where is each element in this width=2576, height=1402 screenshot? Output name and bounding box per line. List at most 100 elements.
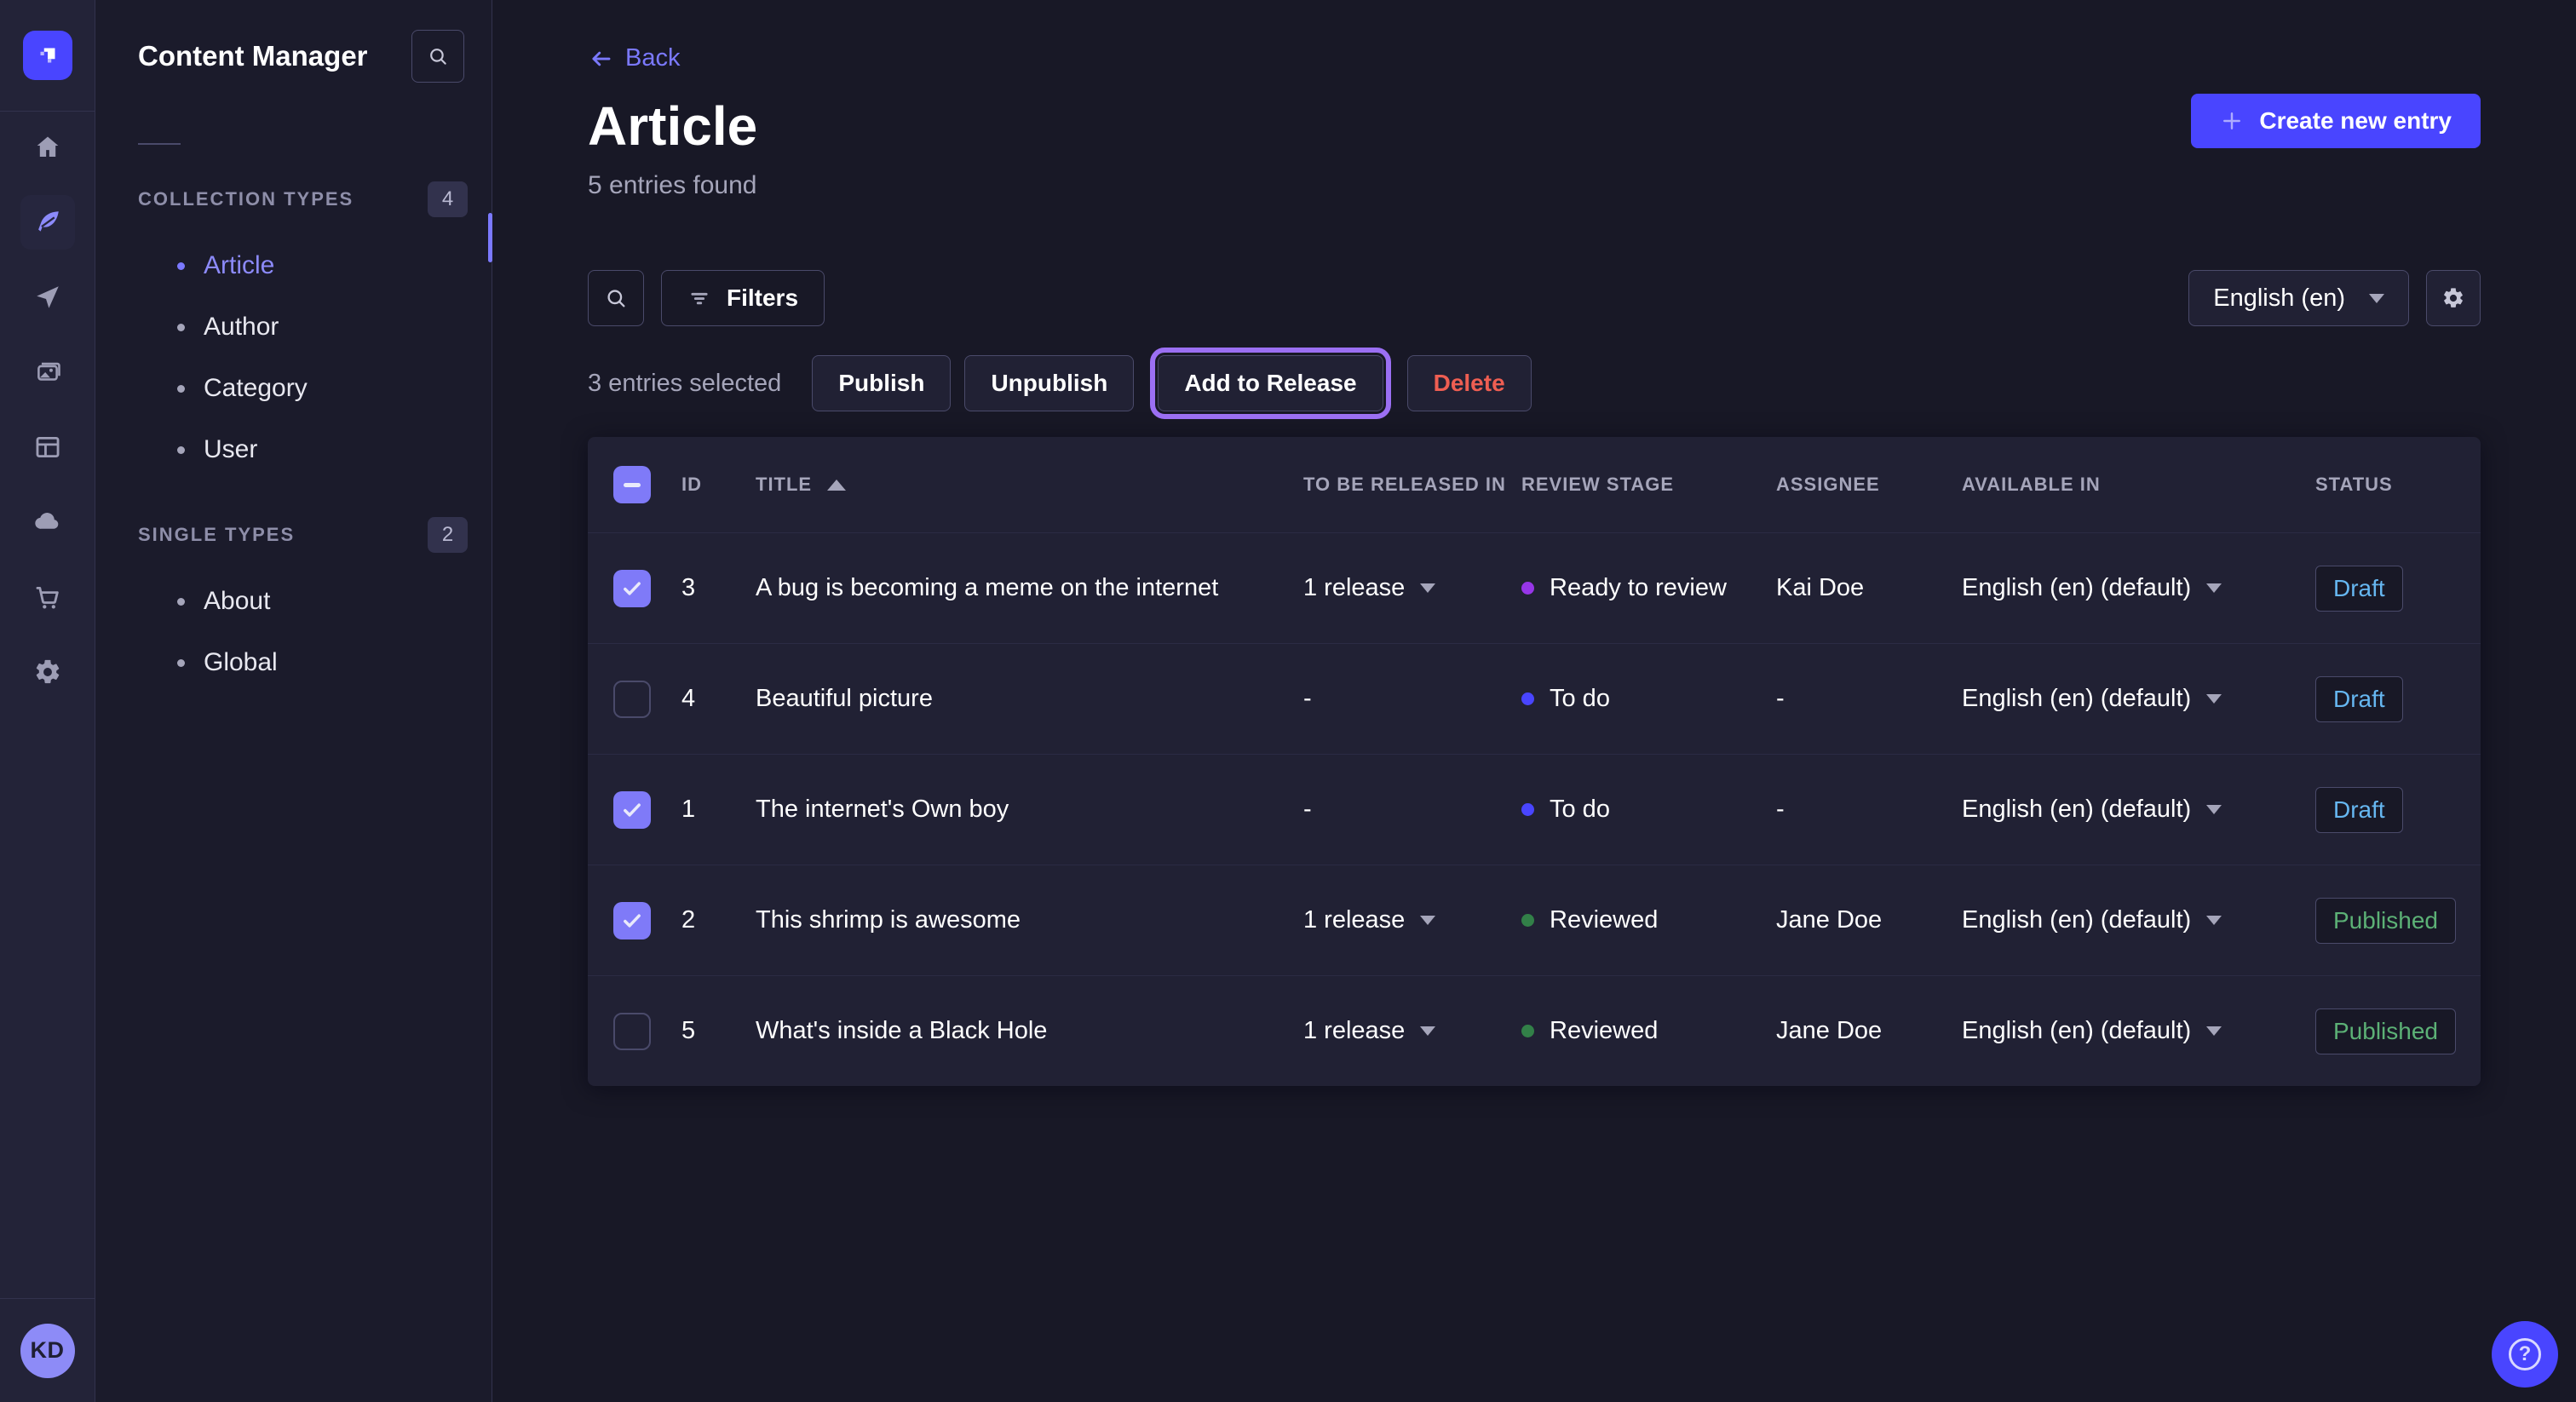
gear-icon — [2441, 286, 2465, 310]
subnav-item-category[interactable]: Category — [95, 358, 492, 419]
cell-review-stage: Reviewed — [1521, 906, 1776, 934]
cell-title: A bug is becoming a meme on the internet — [756, 574, 1303, 602]
cell-assignee: Kai Doe — [1776, 574, 1962, 602]
chevron-down-icon — [2206, 916, 2222, 925]
arrow-left-icon — [588, 46, 613, 72]
table-row[interactable]: 1 The internet's Own boy - To do - Engli… — [588, 754, 2481, 865]
cell-releases[interactable]: 1 release — [1303, 906, 1521, 934]
layout-icon — [33, 433, 62, 462]
column-header-title[interactable]: TITLE — [756, 474, 1303, 496]
filters-button[interactable]: Filters — [661, 270, 825, 326]
cell-id: 3 — [681, 574, 756, 602]
column-header-id[interactable]: ID — [681, 474, 756, 496]
stage-dot-icon — [1521, 692, 1534, 705]
subnav-item-global[interactable]: Global — [95, 632, 492, 693]
chevron-down-icon — [1420, 583, 1435, 593]
cloud-icon — [33, 508, 62, 537]
cell-locale[interactable]: English (en) (default) — [1962, 685, 2315, 713]
cell-assignee: Jane Doe — [1776, 906, 1962, 934]
entries-table: ID TITLE TO BE RELEASED IN REVIEW STAGE … — [588, 437, 2481, 1086]
column-header-released: TO BE RELEASED IN — [1303, 474, 1521, 496]
table-row[interactable]: 5 What's inside a Black Hole 1 release R… — [588, 975, 2481, 1086]
table-row[interactable]: 3 A bug is becoming a meme on the intern… — [588, 532, 2481, 643]
entries-count: 5 entries found — [588, 171, 757, 200]
filters-label: Filters — [727, 284, 798, 312]
gear-icon — [33, 658, 62, 687]
cell-assignee: - — [1776, 685, 1962, 713]
locale-dropdown[interactable]: English (en) — [2188, 270, 2409, 326]
cell-locale[interactable]: English (en) (default) — [1962, 574, 2315, 602]
selection-count-text: 3 entries selected — [588, 370, 781, 398]
bullet-icon — [177, 262, 185, 270]
cell-title: The internet's Own boy — [756, 796, 1303, 824]
main-content: Back Article 5 entries found Create new … — [492, 0, 2576, 1402]
cell-releases[interactable]: 1 release — [1303, 574, 1521, 602]
settings-nav-button[interactable] — [20, 645, 75, 699]
row-checkbox[interactable] — [613, 681, 651, 718]
media-library-icon — [33, 358, 62, 387]
home-icon — [33, 133, 62, 162]
table-row[interactable]: 2 This shrimp is awesome 1 release Revie… — [588, 865, 2481, 975]
cell-review-stage: Ready to review — [1521, 574, 1776, 602]
releases-nav-button[interactable] — [20, 270, 75, 325]
status-badge: Published — [2315, 1008, 2456, 1054]
user-avatar[interactable]: KD — [20, 1324, 75, 1378]
cell-title: What's inside a Black Hole — [756, 1017, 1303, 1045]
subnav-divider — [138, 143, 181, 145]
subnav-item-article[interactable]: Article — [95, 235, 492, 296]
table-row[interactable]: 4 Beautiful picture - To do - English (e… — [588, 643, 2481, 754]
create-button-label: Create new entry — [2259, 107, 2452, 135]
page-title: Article — [588, 95, 757, 158]
home-nav-button[interactable] — [20, 120, 75, 175]
row-checkbox[interactable] — [613, 902, 651, 939]
select-all-checkbox[interactable] — [613, 466, 651, 503]
column-header-review-stage: REVIEW STAGE — [1521, 474, 1776, 496]
stage-dot-icon — [1521, 914, 1534, 927]
subnav-item-about[interactable]: About — [95, 571, 492, 632]
row-checkbox[interactable] — [613, 791, 651, 829]
logo-section — [0, 0, 95, 112]
search-icon — [604, 286, 628, 310]
paper-plane-icon — [33, 283, 62, 312]
help-button[interactable]: ? — [2492, 1321, 2558, 1388]
back-link[interactable]: Back — [588, 44, 757, 72]
question-mark-icon: ? — [2509, 1338, 2541, 1370]
strapi-logo[interactable] — [23, 31, 72, 80]
subnav-item-author[interactable]: Author — [95, 296, 492, 358]
cell-releases[interactable]: 1 release — [1303, 1017, 1521, 1045]
cell-review-stage: To do — [1521, 796, 1776, 824]
bullet-icon — [177, 598, 185, 606]
media-library-nav-button[interactable] — [20, 345, 75, 399]
unpublish-button[interactable]: Unpublish — [964, 355, 1134, 411]
status-badge: Draft — [2315, 787, 2403, 833]
section-count-badge: 4 — [428, 181, 468, 217]
cell-id: 5 — [681, 1017, 756, 1045]
row-checkbox[interactable] — [613, 570, 651, 607]
subnav-search-button[interactable] — [411, 30, 464, 83]
marketplace-nav-button[interactable] — [20, 570, 75, 624]
cell-releases: - — [1303, 685, 1521, 713]
publish-button[interactable]: Publish — [812, 355, 951, 411]
list-search-button[interactable] — [588, 270, 644, 326]
add-to-release-button[interactable]: Add to Release — [1158, 355, 1383, 411]
subnav-section: COLLECTION TYPES 4 Article Author Catego… — [95, 179, 492, 480]
content-manager-nav-button[interactable] — [20, 195, 75, 250]
create-new-entry-button[interactable]: Create new entry — [2191, 94, 2481, 148]
view-settings-button[interactable] — [2426, 270, 2481, 326]
plus-icon — [2220, 109, 2244, 133]
cell-locale[interactable]: English (en) (default) — [1962, 906, 2315, 934]
delete-button[interactable]: Delete — [1407, 355, 1532, 411]
cell-locale[interactable]: English (en) (default) — [1962, 1017, 2315, 1045]
content-type-builder-nav-button[interactable] — [20, 420, 75, 474]
filter-icon — [687, 286, 711, 310]
deploy-nav-button[interactable] — [20, 495, 75, 549]
subnav-item-user[interactable]: User — [95, 419, 492, 480]
section-label: COLLECTION TYPES — [138, 188, 354, 210]
status-badge: Draft — [2315, 566, 2403, 612]
cell-title: This shrimp is awesome — [756, 906, 1303, 934]
row-checkbox[interactable] — [613, 1013, 651, 1050]
cell-review-stage: Reviewed — [1521, 1017, 1776, 1045]
check-icon — [620, 798, 644, 822]
section-count-badge: 2 — [428, 517, 468, 553]
cell-locale[interactable]: English (en) (default) — [1962, 796, 2315, 824]
